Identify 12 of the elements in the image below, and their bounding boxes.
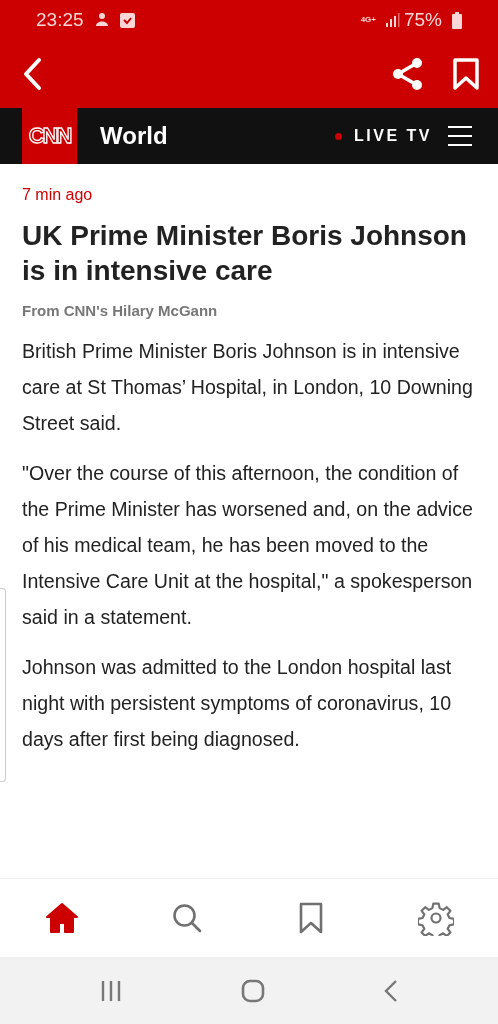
logo[interactable]: CNN (22, 108, 77, 164)
byline: From CNN's Hilary McGann (22, 302, 219, 319)
paragraph: Johnson was admitted to the London hospital last night with persistent symptoms of coronavirus, 10 days after first being diagnosed. (22, 655, 453, 752)
paragraph: "Over the course of this afternoon, the condition of the Prime Minister has worsened and, on the advice of his medical team, he has been moved to the Intensive Care Unit at the hospital," a spokesperson said in a statement. (22, 461, 474, 630)
paragraph: British Prime Minister Boris Johnson is in intensive care at St Thomas’ Hospital, in London, 10 Downing Street said. (22, 339, 474, 436)
section-title: World (100, 122, 168, 150)
battery-level: 75% (403, 9, 442, 31)
live-tv-link[interactable]: LIVE TV (354, 127, 432, 145)
timestamp: 7 min ago (22, 186, 94, 204)
network-label: 4G+ (360, 16, 376, 24)
headline: UK Prime Minister Boris Johnson is in intensive care (22, 219, 468, 288)
clock: 23:25 (36, 9, 84, 31)
